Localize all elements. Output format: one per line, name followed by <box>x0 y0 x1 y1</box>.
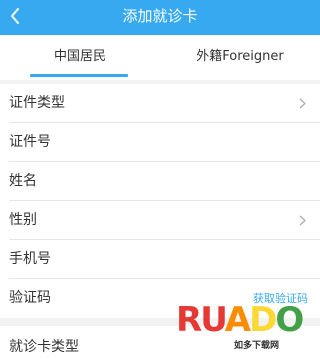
gender-label: 性别 <box>9 212 37 228</box>
active-tab-indicator <box>30 74 128 77</box>
name-label: 姓名 <box>9 173 37 189</box>
phone-label: 手机号 <box>9 251 51 267</box>
id-number-label: 证件号 <box>9 134 51 150</box>
name-field[interactable]: 姓名 <box>0 162 320 201</box>
tab-foreigner[interactable]: 外籍Foreigner <box>160 35 320 80</box>
phone-field[interactable]: 手机号 <box>0 240 320 279</box>
id-type-label: 证件类型 <box>9 95 65 111</box>
watermark-logo-text: RUADO <box>176 300 304 340</box>
id-type-field[interactable]: 证件类型 <box>0 84 320 123</box>
id-number-field[interactable]: 证件号 <box>0 123 320 162</box>
app-header: 添加就诊卡 <box>0 0 320 35</box>
gender-field[interactable]: 性别 <box>0 201 320 240</box>
chevron-right-icon <box>299 215 306 226</box>
resident-type-tabs: 中国居民 外籍Foreigner <box>0 35 320 80</box>
card-type-label: 就诊卡类型 <box>9 339 79 355</box>
chevron-right-icon <box>299 98 306 109</box>
card-form: 证件类型 证件号 姓名 性别 手机号 验证码 获取验证码 <box>0 84 320 318</box>
verification-code-label: 验证码 <box>9 290 51 306</box>
page-title: 添加就诊卡 <box>122 7 198 25</box>
watermark-subtitle: 如多下载网 <box>234 341 280 351</box>
watermark-logo: RUADO 如多下载网 <box>176 298 316 358</box>
